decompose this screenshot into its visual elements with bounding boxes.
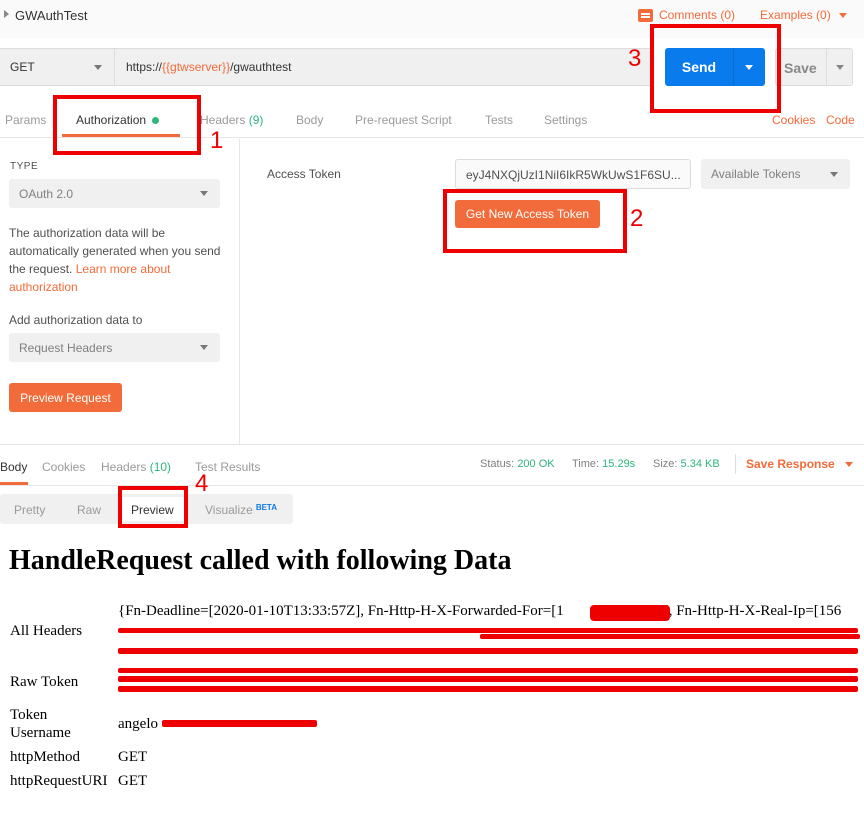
method-select[interactable]: GET	[0, 48, 115, 86]
annotation-number-1: 1	[210, 127, 224, 154]
redaction-line	[118, 686, 858, 692]
row-key-token-username-2: Username	[10, 725, 71, 741]
type-label: TYPE	[10, 161, 39, 172]
annotation-box-4	[118, 486, 188, 528]
redaction-line	[480, 634, 860, 639]
redaction-line	[118, 676, 858, 682]
redaction-line	[162, 720, 317, 727]
comments-label: Comments (0)	[659, 8, 736, 22]
size-readout: Size: 5.34 KB	[653, 458, 720, 470]
add-auth-to-value: Request Headers	[19, 341, 113, 355]
redaction-line	[118, 628, 858, 633]
tab-headers-label: Headers	[200, 113, 246, 127]
preview-heading: HandleRequest called with following Data	[9, 545, 512, 576]
tab-headers[interactable]: Headers (9)	[200, 113, 263, 127]
row-key-all-headers: All Headers	[10, 623, 83, 639]
size-value: 5.34 KB	[680, 458, 720, 470]
tab-settings[interactable]: Settings	[544, 113, 587, 127]
response-tab-body[interactable]: Body	[0, 460, 27, 474]
url-input[interactable]: https://{{gtwserver}}/gwauthtest	[126, 60, 291, 74]
divider	[826, 49, 827, 85]
chevron-down-icon	[200, 345, 208, 350]
row-key-token-username-1: Token	[10, 707, 48, 723]
row-value-all-headers: {Fn-Deadline=[2020-01-10T13:33:57Z], Fn-…	[118, 603, 841, 620]
annotation-number-4: 4	[195, 470, 209, 497]
all-headers-value-end: ], Fn-Http-H-X-Real-Ip=[156	[663, 603, 842, 619]
available-tokens-label: Available Tokens	[711, 167, 801, 181]
cookies-link[interactable]: Cookies	[772, 113, 815, 127]
time-label: Time:	[572, 458, 600, 470]
collapse-caret-icon[interactable]	[4, 10, 9, 18]
auth-description: The authorization data will be automatic…	[9, 224, 224, 296]
url-path: /gwauthtest	[230, 60, 292, 74]
view-visualize-label: Visualize	[205, 503, 253, 517]
redaction-mark	[590, 605, 670, 621]
response-tab-cookies[interactable]: Cookies	[42, 460, 85, 474]
row-key-http-method: httpMethod	[10, 749, 80, 765]
code-link[interactable]: Code	[826, 113, 855, 127]
tab-headers-count: (9)	[248, 113, 264, 127]
url-prefix: https://	[126, 60, 163, 74]
status-label: Status:	[480, 458, 515, 470]
access-token-label: Access Token	[267, 167, 341, 181]
available-tokens-select[interactable]: Available Tokens	[701, 159, 850, 189]
chevron-down-icon	[200, 191, 208, 196]
chevron-down-icon	[94, 65, 102, 70]
tab-tests[interactable]: Tests	[485, 113, 513, 127]
row-value-token-username: angelo	[118, 716, 158, 732]
tab-body[interactable]: Body	[296, 113, 323, 127]
tab-params[interactable]: Params	[5, 113, 46, 127]
annotation-number-2: 2	[630, 205, 644, 232]
active-response-tab-indicator	[0, 482, 28, 485]
preview-request-button[interactable]: Preview Request	[9, 383, 122, 412]
annotation-number-3: 3	[628, 45, 642, 72]
save-response-dropdown[interactable]: Save Response	[746, 457, 853, 471]
view-raw-button[interactable]: Raw	[77, 503, 101, 517]
row-value-http-method: GET	[118, 749, 148, 765]
row-value-http-request-uri: GET	[118, 773, 148, 789]
redaction-line	[118, 668, 858, 673]
time-readout: Time: 15.29s	[572, 458, 635, 470]
auth-type-value: OAuth 2.0	[19, 187, 74, 201]
view-pretty-button[interactable]: Pretty	[14, 503, 45, 517]
row-key-raw-token: Raw Token	[10, 674, 79, 690]
annotation-box-1	[53, 95, 201, 155]
examples-dropdown[interactable]: Examples (0)	[760, 8, 847, 22]
access-token-input[interactable]: eyJ4NXQjUzI1NiI6IkR5WkUwS1F6SU...	[455, 159, 691, 189]
chevron-down-icon	[830, 172, 838, 177]
save-label: Save	[784, 60, 817, 76]
request-title[interactable]: GWAuthTest	[15, 8, 87, 23]
redaction-line	[118, 648, 858, 654]
annotation-box-2	[443, 189, 627, 253]
view-visualize-button[interactable]: Visualize BETA	[205, 503, 277, 517]
comments-link[interactable]: Comments (0)	[638, 8, 735, 22]
url-variable: {{gtwserver}}	[162, 60, 231, 74]
save-options-chevron-icon[interactable]	[836, 65, 844, 70]
annotation-box-3	[650, 24, 781, 113]
time-value: 15.29s	[602, 458, 636, 470]
beta-badge: BETA	[255, 503, 277, 512]
add-auth-to-select[interactable]: Request Headers	[9, 333, 220, 362]
all-headers-value-start: {Fn-Deadline=[2020-01-10T13:33:57Z], Fn-…	[118, 603, 564, 619]
divider	[735, 454, 736, 474]
status-readout: Status: 200 OK	[480, 458, 555, 470]
row-key-http-request-uri: httpRequestURI	[10, 773, 108, 789]
response-tab-headers[interactable]: Headers (10)	[101, 460, 171, 474]
status-value: 200 OK	[517, 458, 555, 470]
response-headers-count: (10)	[149, 460, 172, 474]
method-value: GET	[10, 60, 35, 74]
comment-icon	[638, 8, 653, 22]
save-button[interactable]: Save	[775, 48, 853, 86]
size-label: Size:	[653, 458, 678, 470]
response-tab-headers-label: Headers	[101, 460, 147, 474]
tab-pre-request-script[interactable]: Pre-request Script	[355, 113, 452, 127]
add-auth-to-label: Add authorization data to	[9, 313, 143, 327]
auth-type-select[interactable]: OAuth 2.0	[9, 179, 220, 208]
